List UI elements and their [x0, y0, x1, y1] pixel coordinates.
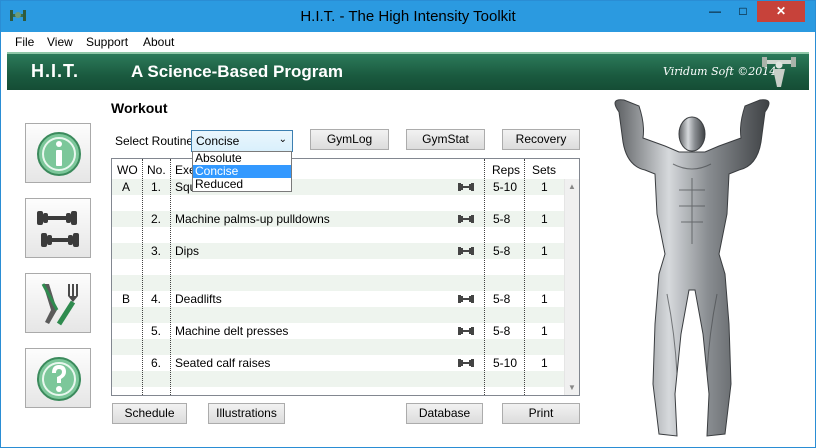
cell-no: 2. [151, 212, 162, 226]
table-row[interactable]: B 4. Deadlifts 5-8 1 [112, 291, 564, 307]
table-row-empty [112, 307, 564, 323]
routine-select[interactable]: Concise ⌄ [191, 130, 293, 152]
scroll-up-icon[interactable]: ▲ [568, 182, 576, 191]
cell-no: 5. [151, 324, 162, 338]
header-sets[interactable]: Sets [532, 163, 556, 177]
gymstat-button[interactable]: GymStat [406, 129, 485, 150]
info-icon [37, 132, 81, 176]
cell-reps: 5-8 [493, 324, 511, 338]
title-bar[interactable]: H.I.T. - The High Intensity Toolkit — □ … [1, 1, 815, 32]
menu-file[interactable]: File [15, 35, 34, 49]
column-divider [524, 159, 525, 395]
cell-exercise: Dips [175, 244, 200, 258]
header-reps[interactable]: Reps [492, 163, 520, 177]
table-row[interactable]: 6. Seated calf raises 5-10 1 [112, 355, 564, 371]
workout-title: Workout [111, 100, 168, 116]
routine-dropdown-list: Absolute Concise Reduced [192, 151, 292, 192]
dumbbell-icon[interactable] [458, 214, 474, 224]
table-row-empty [112, 339, 564, 355]
scroll-down-icon[interactable]: ▼ [568, 383, 576, 392]
dumbbells-icon [37, 211, 79, 247]
table-row[interactable]: A 1. Squ 5-10 1 [112, 179, 564, 195]
table-row-empty [112, 275, 564, 291]
cell-no: 6. [151, 356, 162, 370]
cell-wo: B [122, 292, 131, 306]
maximize-button[interactable]: □ [729, 1, 757, 22]
cell-exercise: Machine delt presses [175, 324, 289, 338]
cell-exercise: Seated calf raises [175, 356, 271, 370]
cell-no: 1. [151, 180, 162, 194]
routine-label: Select Routine: [115, 134, 197, 148]
menu-support[interactable]: Support [86, 35, 128, 49]
cell-wo: A [122, 180, 131, 194]
table-row[interactable]: 2. Machine palms-up pulldowns 5-8 1 [112, 211, 564, 227]
column-divider [484, 159, 485, 395]
routine-select-value: Concise [196, 134, 240, 148]
exercise-table: WO No. Exe Reps Sets A 1. Squ 5-10 1 2. … [111, 158, 580, 396]
cell-sets: 1 [541, 212, 548, 226]
cell-reps: 5-8 [493, 292, 511, 306]
table-row-empty [112, 227, 564, 243]
header-no[interactable]: No. [147, 163, 166, 177]
table-row[interactable]: 3. Dips 5-8 1 [112, 243, 564, 259]
table-row-empty [112, 259, 564, 275]
window-title: H.I.T. - The High Intensity Toolkit [300, 8, 516, 25]
bodybuilder-logo-icon [762, 57, 796, 87]
dumbbell-icon[interactable] [458, 294, 474, 304]
app-window: H.I.T. - The High Intensity Toolkit — □ … [0, 0, 816, 448]
header-wo[interactable]: WO [117, 163, 138, 177]
banner-company: Viridum Soft ©2014 [663, 65, 777, 78]
dumbbell-icon[interactable] [458, 326, 474, 336]
column-divider [142, 159, 143, 395]
table-row[interactable]: 5. Machine delt presses 5-8 1 [112, 323, 564, 339]
menu-view[interactable]: View [47, 35, 73, 49]
cell-sets: 1 [541, 356, 548, 370]
illustrations-button[interactable]: Illustrations [208, 403, 285, 424]
cell-reps: 5-8 [493, 212, 511, 226]
cell-reps: 5-10 [493, 356, 518, 370]
print-button[interactable]: Print [502, 403, 580, 424]
cell-reps: 5-10 [493, 180, 518, 194]
close-button[interactable]: ✕ [757, 1, 805, 22]
fork-knife-icon [41, 283, 78, 326]
cell-sets: 1 [541, 180, 548, 194]
cell-exercise: Machine palms-up pulldowns [175, 212, 330, 226]
table-header: WO No. Exe Reps Sets [112, 159, 579, 179]
database-button[interactable]: Database [406, 403, 483, 424]
cell-no: 3. [151, 244, 162, 258]
info-button[interactable] [25, 123, 91, 183]
minimize-button[interactable]: — [701, 1, 729, 22]
schedule-button[interactable]: Schedule [112, 403, 187, 424]
table-row-empty [112, 371, 564, 387]
header-banner: H.I.T. A Science-Based Program Viridum S… [7, 52, 809, 90]
dumbbell-icon[interactable] [458, 182, 474, 192]
banner-app-name: H.I.T. [31, 61, 80, 81]
nutrition-button[interactable] [25, 273, 91, 333]
bodybuilder-figure-icon [614, 99, 770, 437]
dumbbell-icon[interactable] [458, 358, 474, 368]
cell-no: 4. [151, 292, 162, 306]
table-row-empty [112, 195, 564, 211]
cell-exercise: Deadlifts [175, 292, 222, 306]
cell-sets: 1 [541, 292, 548, 306]
banner-slogan: A Science-Based Program [131, 62, 343, 81]
workouts-button[interactable] [25, 198, 91, 258]
dumbbell-icon[interactable] [458, 246, 474, 256]
routine-option-reduced[interactable]: Reduced [193, 178, 291, 191]
recovery-button[interactable]: Recovery [502, 129, 580, 150]
column-divider [170, 159, 171, 395]
menu-bar: File View Support About [1, 32, 815, 52]
gymlog-button[interactable]: GymLog [310, 129, 389, 150]
cell-sets: 1 [541, 244, 548, 258]
cell-sets: 1 [541, 324, 548, 338]
menu-about[interactable]: About [143, 35, 174, 49]
help-icon [37, 357, 81, 401]
chevron-down-icon: ⌄ [278, 134, 287, 145]
help-button[interactable] [25, 348, 91, 408]
table-scrollbar[interactable]: ▲ ▼ [564, 179, 579, 395]
cell-reps: 5-8 [493, 244, 511, 258]
